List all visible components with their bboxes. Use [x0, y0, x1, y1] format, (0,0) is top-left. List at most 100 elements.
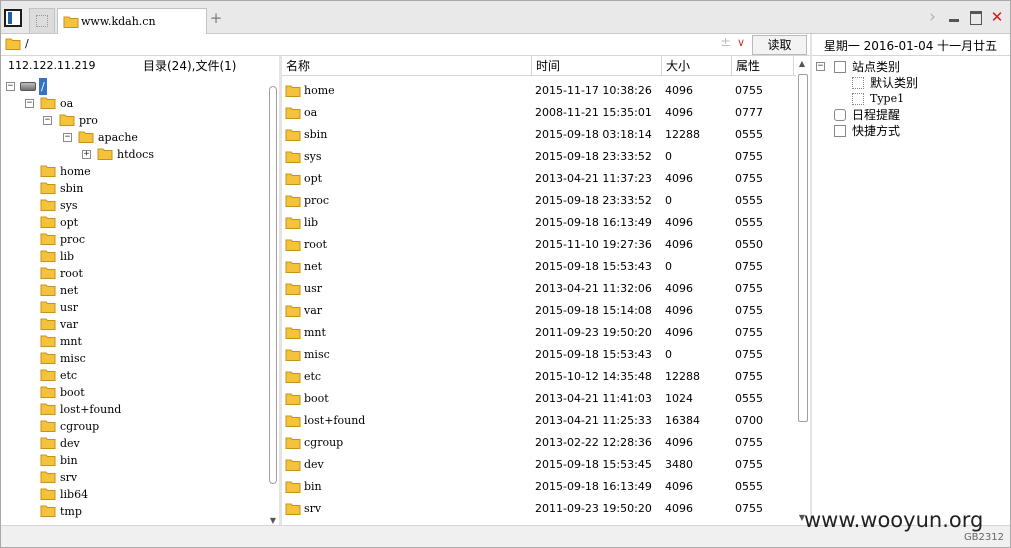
- tree-node[interactable]: usr: [1, 299, 261, 316]
- tree-node-apache[interactable]: − apache: [1, 129, 261, 146]
- tree-node[interactable]: misc: [1, 350, 261, 367]
- tree-node[interactable]: lib64: [1, 486, 261, 503]
- table-row[interactable]: sbin 2015-09-18 03:18:14 12288 0555: [282, 124, 796, 146]
- bookmark-plus-icon[interactable]: ±: [720, 35, 731, 50]
- tree-node-htdocs[interactable]: + htdocs: [1, 146, 261, 163]
- tree-node-oa[interactable]: − oa: [1, 95, 261, 112]
- type1-node[interactable]: Type1: [816, 91, 1006, 107]
- table-row[interactable]: oa 2008-11-21 15:35:01 4096 0777: [282, 102, 796, 124]
- cell-size: 12288: [665, 128, 700, 141]
- table-row[interactable]: root 2015-11-10 19:27:36 4096 0550: [282, 234, 796, 256]
- schedule-node[interactable]: 日程提醒: [816, 107, 1006, 123]
- tree-node[interactable]: opt: [1, 214, 261, 231]
- collapse-icon[interactable]: −: [25, 99, 34, 108]
- collapse-icon[interactable]: −: [43, 116, 52, 125]
- table-row[interactable]: usr 2013-04-21 11:32:06 4096 0755: [282, 278, 796, 300]
- tree-node[interactable]: srv: [1, 469, 261, 486]
- folder-icon: [40, 369, 56, 381]
- column-size[interactable]: 大小: [662, 56, 732, 76]
- folder-icon: [40, 97, 56, 109]
- folder-icon: [40, 165, 56, 177]
- tree-scrollbar-thumb[interactable]: [269, 86, 277, 484]
- minimize-icon[interactable]: [945, 9, 963, 25]
- table-row[interactable]: lost+found 2013-04-21 11:25:33 16384 0700: [282, 410, 796, 432]
- table-row[interactable]: misc 2015-09-18 15:53:43 0 0755: [282, 344, 796, 366]
- tree-node[interactable]: net: [1, 282, 261, 299]
- collapse-icon[interactable]: −: [6, 82, 15, 91]
- close-icon[interactable]: ✕: [988, 9, 1006, 25]
- tree-node[interactable]: etc: [1, 367, 261, 384]
- folder-icon: [40, 403, 56, 415]
- table-row[interactable]: bin 2015-09-18 16:13:49 4096 0555: [282, 476, 796, 498]
- cell-name: cgroup: [304, 436, 344, 449]
- folder-icon: [285, 371, 301, 383]
- scroll-down-icon[interactable]: ▼: [267, 516, 279, 525]
- tree-label: lost+found: [60, 403, 122, 416]
- site-category-node[interactable]: − 站点类别: [816, 59, 1006, 75]
- table-row[interactable]: sys 2015-09-18 23:33:52 0 0755: [282, 146, 796, 168]
- scroll-up-icon[interactable]: ▲: [796, 59, 808, 68]
- folder-icon: [40, 301, 56, 313]
- new-tab-plus-icon[interactable]: +: [209, 10, 223, 26]
- list-scrollbar[interactable]: ▲ ▼: [796, 56, 810, 525]
- tree-node[interactable]: mnt: [1, 333, 261, 350]
- tree-node-pro[interactable]: − pro: [1, 112, 261, 129]
- cell-time: 2015-10-12 14:35:48: [535, 370, 652, 383]
- tree-node[interactable]: root: [1, 265, 261, 282]
- tree-node[interactable]: bin: [1, 452, 261, 469]
- tree-node[interactable]: cgroup: [1, 418, 261, 435]
- table-row[interactable]: dev 2015-09-18 15:53:45 3480 0755: [282, 454, 796, 476]
- table-row[interactable]: proc 2015-09-18 23:33:52 0 0555: [282, 190, 796, 212]
- table-row[interactable]: lib 2015-09-18 16:13:49 4096 0555: [282, 212, 796, 234]
- table-row[interactable]: net 2015-09-18 15:53:43 0 0755: [282, 256, 796, 278]
- tab-blank[interactable]: [29, 8, 55, 33]
- tree-node[interactable]: dev: [1, 435, 261, 452]
- read-button[interactable]: 读取: [752, 35, 807, 55]
- default-category-label: 默认类别: [870, 76, 919, 90]
- expand-icon[interactable]: +: [82, 150, 91, 159]
- table-row[interactable]: mnt 2011-09-23 19:50:20 4096 0755: [282, 322, 796, 344]
- tree-node[interactable]: tmp: [1, 503, 261, 520]
- tree-node-root[interactable]: − /: [1, 78, 261, 95]
- column-name[interactable]: 名称: [282, 56, 532, 76]
- cell-size: 4096: [665, 326, 693, 339]
- tree-node[interactable]: proc: [1, 231, 261, 248]
- tree-node[interactable]: home: [1, 163, 261, 180]
- cell-attr: 0550: [735, 238, 763, 251]
- collapse-icon[interactable]: −: [816, 62, 825, 71]
- encoding-label: GB2312: [963, 532, 1004, 543]
- shortcuts-node[interactable]: 快捷方式: [816, 123, 1006, 139]
- maximize-icon[interactable]: [967, 9, 985, 25]
- tree-scrollbar[interactable]: ▼: [267, 80, 279, 525]
- tree-node[interactable]: lost+found: [1, 401, 261, 418]
- default-category-node[interactable]: 默认类别: [816, 75, 1006, 91]
- table-row[interactable]: var 2015-09-18 15:14:08 4096 0755: [282, 300, 796, 322]
- tree-node[interactable]: sbin: [1, 180, 261, 197]
- cell-time: 2015-09-18 15:53:45: [535, 458, 652, 471]
- tree-node[interactable]: var: [1, 316, 261, 333]
- column-time[interactable]: 时间: [532, 56, 662, 76]
- table-row[interactable]: boot 2013-04-21 11:41:03 1024 0555: [282, 388, 796, 410]
- tree-node[interactable]: lib: [1, 248, 261, 265]
- table-row[interactable]: opt 2013-04-21 11:37:23 4096 0755: [282, 168, 796, 190]
- list-scrollbar-thumb[interactable]: [798, 74, 808, 422]
- table-row[interactable]: srv 2011-09-23 19:50:20 4096 0755: [282, 498, 796, 520]
- sidebar-toggle-icon[interactable]: [4, 9, 22, 27]
- table-row[interactable]: home 2015-11-17 10:38:26 4096 0755: [282, 80, 796, 102]
- tree-node[interactable]: sys: [1, 197, 261, 214]
- column-attr[interactable]: 属性: [732, 56, 794, 76]
- tree-label: sbin: [60, 182, 84, 195]
- collapse-icon[interactable]: −: [63, 133, 72, 142]
- cell-time: 2015-09-18 23:33:52: [535, 194, 652, 207]
- dropdown-icon[interactable]: ∨: [737, 36, 745, 49]
- folder-icon: [285, 459, 301, 471]
- chevron-right-icon[interactable]: ›: [924, 9, 942, 26]
- path-input[interactable]: / ± ∨: [3, 35, 749, 54]
- cell-name: bin: [304, 480, 322, 493]
- tab-site[interactable]: www.kdah.cn: [57, 8, 207, 35]
- table-row[interactable]: etc 2015-10-12 14:35:48 12288 0755: [282, 366, 796, 388]
- tree-label: opt: [60, 216, 79, 229]
- folder-icon: [285, 107, 301, 119]
- tree-node[interactable]: boot: [1, 384, 261, 401]
- table-row[interactable]: cgroup 2013-02-22 12:28:36 4096 0755: [282, 432, 796, 454]
